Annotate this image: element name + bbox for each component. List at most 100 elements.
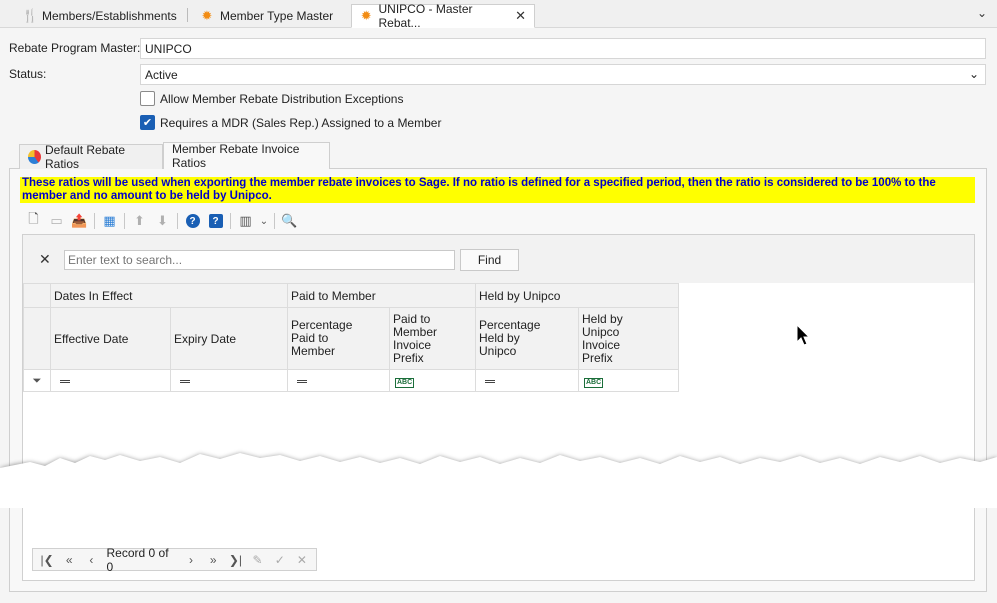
toolbar-separator [124,213,125,229]
status-label: Status: [9,67,47,81]
grid-toolbar: 🗋 ▭ 📤 ▦ ⬆ ⬇ ? ? ▥ ⌄ 🔍 [22,209,301,233]
next-record-icon[interactable]: › [180,553,202,567]
rebate-program-field[interactable]: UNIPCO [140,38,986,59]
tab-member-rebate-invoice-ratios[interactable]: Member Rebate Invoice Ratios [163,142,330,170]
cancel-x-icon[interactable]: ✕ [291,553,313,567]
filter-effective-date[interactable] [50,369,171,392]
folder-export-icon: 📤 [71,213,88,228]
help-circle-icon: ? [185,214,200,228]
mouse-cursor-icon [796,324,810,346]
arrow-down-circle-icon: ⬇ [157,213,168,228]
requires-mdr-label: Requires a MDR (Sales Rep.) Assigned to … [160,115,442,130]
indicator-header [23,307,51,370]
columns-icon: ▥ [239,213,252,228]
tab-members-establishments[interactable]: 🍴 Members/Establishments [14,4,185,27]
arrow-up-circle-icon: ⬆ [134,213,145,228]
print-preview-button[interactable]: 🔍 [278,210,301,232]
tab-member-type-master[interactable]: ✹ Member Type Master [192,4,341,27]
header-line: Prefix [582,350,613,365]
print-preview-icon: 🔍 [281,213,298,228]
header-line: Paid to [393,311,431,326]
status-select[interactable]: Active ⌄ [140,64,986,85]
tab-unipco-master-rebate[interactable]: ✹ UNIPCO - Master Rebat... ✕ [351,2,535,30]
column-percentage-held[interactable]: Percentage Held by Unipco [475,307,579,370]
equals-icon [297,379,307,383]
toolbar-separator [274,213,275,229]
requires-mdr-row[interactable]: ✔ Requires a MDR (Sales Rep.) Assigned t… [140,115,441,130]
previous-record-icon[interactable]: ‹ [80,553,102,567]
filter-indicator: ⏷ [23,369,51,392]
gear-icon: ✹ [201,7,213,23]
header-line: Invoice [582,337,621,352]
previous-page-icon[interactable]: « [58,553,80,567]
header-line: Invoice [393,337,432,352]
column-held-invoice-prefix[interactable]: Held by Unipco Invoice Prefix [578,307,679,370]
export-button[interactable]: 📤 [68,210,91,232]
column-effective-date[interactable]: Effective Date [50,307,171,370]
chevron-down-icon[interactable]: ⌄ [977,6,987,20]
text-filter-icon: ABC [395,378,415,388]
filter-expiry-date[interactable] [170,369,288,392]
move-down-button[interactable]: ⬇ [151,210,174,232]
allow-exceptions-row[interactable]: Allow Member Rebate Distribution Excepti… [140,91,403,106]
tab-default-rebate-ratios[interactable]: Default Rebate Ratios [19,143,163,171]
rebate-program-label: Rebate Program Master: [9,41,141,55]
colored-grid-icon: ▦ [103,213,116,228]
band-spacer [23,283,51,308]
search-panel: ✕ Find [23,235,974,283]
requires-mdr-checkbox[interactable]: ✔ [140,115,155,130]
allow-exceptions-checkbox[interactable] [140,91,155,106]
edit-pencil-icon[interactable]: ✎ [246,553,268,567]
document-tab-bar: 🍴 Members/Establishments ✹ Member Type M… [0,0,997,30]
columns-dropdown[interactable]: ⌄ [257,210,271,232]
record-navigator: |❮ « ‹ Record 0 of 0 › » ❯| ✎ ✓ ✕ [32,546,317,574]
clear-search-icon[interactable]: ✕ [39,251,51,268]
next-page-icon[interactable]: » [202,553,224,567]
find-button[interactable]: Find [460,249,519,271]
pie-chart-icon [28,150,41,164]
torn-edge-graphic [0,453,997,508]
header-line: Unipco [582,324,620,339]
close-icon[interactable]: ✕ [515,8,526,24]
grid-table: Dates In Effect Paid to Member Held by U… [23,283,679,392]
column-expiry-date[interactable]: Expiry Date [170,307,288,370]
status-value: Active [145,68,178,82]
equals-icon [60,379,70,383]
filter-icon: ⏷ [32,375,42,387]
column-paid-invoice-prefix[interactable]: Paid to Member Invoice Prefix [389,307,476,370]
filter-paid-invoice-prefix[interactable]: ABC [389,369,476,392]
notice-banner: These ratios will be used when exporting… [20,177,975,203]
last-record-icon[interactable]: ❯| [224,553,246,567]
help-bubble-icon: ? [208,214,223,228]
search-input[interactable] [64,250,455,270]
band-paid-to-member[interactable]: Paid to Member [287,283,476,308]
toolbar-separator [94,213,95,229]
filter-held-invoice-prefix[interactable]: ABC [578,369,679,392]
window-icon: ▭ [50,213,63,228]
layout-button[interactable]: ▦ [98,210,121,232]
gear-icon: ✹ [360,8,372,23]
column-percentage-paid[interactable]: Percentage Paid to Member [287,307,390,370]
band-dates-in-effect[interactable]: Dates In Effect [50,283,288,308]
help-button[interactable]: ? [181,210,204,232]
band-held-by-unipco[interactable]: Held by Unipco [475,283,679,308]
header-line: Unipco [479,344,517,358]
help-context-button[interactable]: ? [204,210,227,232]
save-check-icon[interactable]: ✓ [269,553,291,567]
equals-icon [180,379,190,383]
new-record-button[interactable]: 🗋 [22,210,45,232]
rebate-program-value: UNIPCO [145,42,192,56]
columns-button[interactable]: ▥ [234,210,257,232]
filter-percentage-held[interactable] [475,369,579,392]
move-up-button[interactable]: ⬆ [128,210,151,232]
fork-knife-icon: 🍴 [22,7,39,23]
filter-percentage-paid[interactable] [287,369,390,392]
notice-line-2: member and no amount to be held by Unipc… [22,190,272,202]
edit-record-button[interactable]: ▭ [45,210,68,232]
checkmark-icon: ✔ [142,117,153,129]
data-grid: ✕ Find Dates In Effect Paid to Member He… [22,234,975,581]
tab-label: Member Rebate Invoice Ratios [172,142,300,170]
first-record-icon[interactable]: |❮ [36,553,58,567]
tab-label: Members/Establishments [42,8,177,23]
chevron-down-icon[interactable]: ⌄ [969,67,979,81]
